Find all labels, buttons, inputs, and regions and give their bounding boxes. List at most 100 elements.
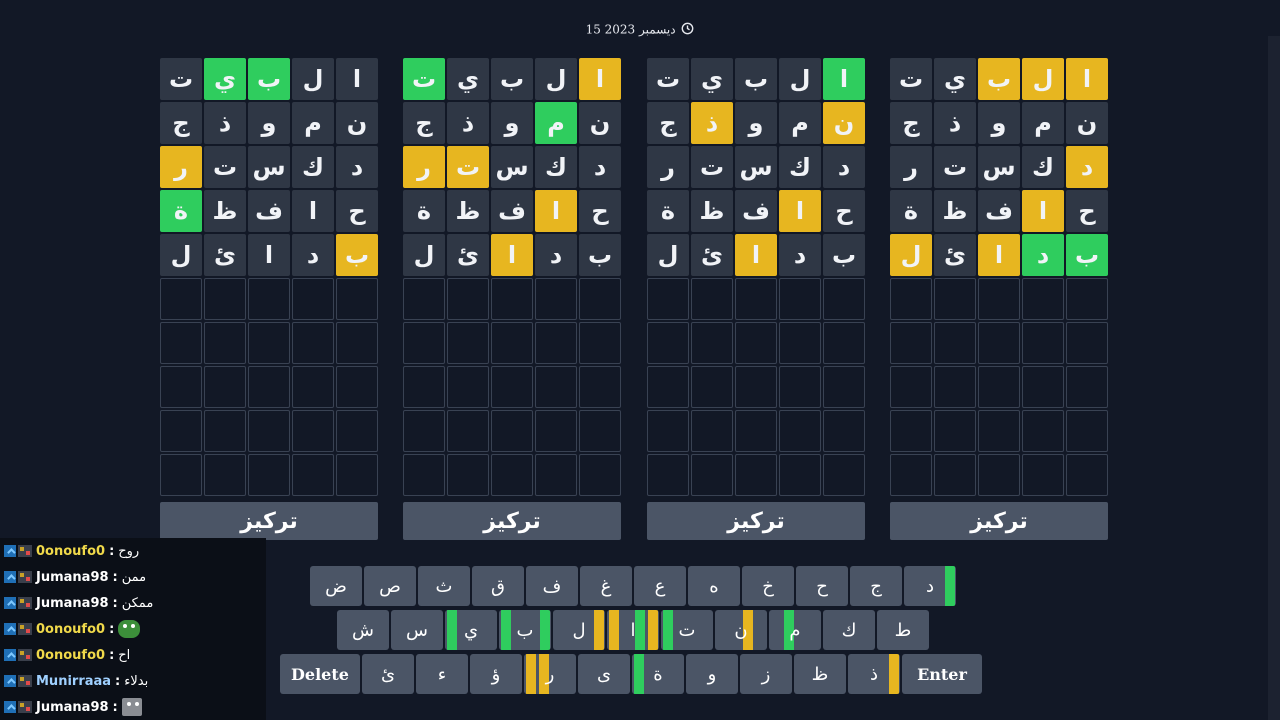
key-غ[interactable]: غ	[580, 566, 632, 606]
key-س[interactable]: س	[391, 610, 443, 650]
key-ط[interactable]: ط	[877, 610, 929, 650]
letter-tile: م	[292, 102, 334, 144]
focus-button[interactable]: تركيز	[160, 502, 378, 540]
empty-tile	[491, 278, 533, 320]
key-ر[interactable]: ر	[524, 654, 576, 694]
key-ز[interactable]: ز	[740, 654, 792, 694]
sub-badge-icon	[18, 597, 32, 609]
prime-badge-icon	[4, 675, 16, 687]
key-ة[interactable]: ة	[632, 654, 684, 694]
key-خ[interactable]: خ	[742, 566, 794, 606]
key-ف[interactable]: ف	[526, 566, 578, 606]
focus-button[interactable]: تركيز	[647, 502, 865, 540]
empty-tile	[447, 278, 489, 320]
key-ع[interactable]: ع	[634, 566, 686, 606]
key-ث[interactable]: ث	[418, 566, 470, 606]
key-ى[interactable]: ى	[578, 654, 630, 694]
board-hint-marker	[446, 610, 457, 650]
key-ي[interactable]: ي	[445, 610, 497, 650]
letter-tile: ك	[1022, 146, 1064, 188]
empty-tile	[1022, 322, 1064, 364]
letter-tile: ا	[579, 58, 621, 100]
letter-tile: ت	[934, 146, 976, 188]
letter-tile: ئ	[447, 234, 489, 276]
empty-tile	[823, 322, 865, 364]
empty-tile	[160, 278, 202, 320]
on-screen-keyboard: ض ص ث ق ف غ ع ه خ ح ج د ش س ي ب ل ا ت ن م ك ط Delete ئ ء ؤ ر ى ة و ز ظ…	[280, 566, 992, 698]
letter-tile: ا	[823, 58, 865, 100]
key-ك[interactable]: ك	[823, 610, 875, 650]
empty-tile	[447, 410, 489, 452]
empty-tile	[1022, 278, 1064, 320]
letter-tile: و	[978, 102, 1020, 144]
key-label: ن	[734, 619, 748, 641]
date-header: 15 ديسمبر 2023	[0, 22, 1280, 38]
key-label: ق	[491, 575, 505, 597]
key-label: ى	[596, 663, 612, 685]
chat-message: 0onoufo0:	[0, 616, 266, 642]
key-ص[interactable]: ص	[364, 566, 416, 606]
chat-separator: :	[109, 647, 115, 663]
key-label: و	[707, 663, 717, 685]
focus-button[interactable]: تركيز	[890, 502, 1108, 540]
empty-tile	[248, 366, 290, 408]
prime-badge-icon	[4, 623, 16, 635]
key-د[interactable]: د	[904, 566, 956, 606]
key-ق[interactable]: ق	[472, 566, 524, 606]
page-scrollbar[interactable]	[1268, 36, 1280, 720]
letter-tile: د	[535, 234, 577, 276]
key-ؤ[interactable]: ؤ	[470, 654, 522, 694]
key-ح[interactable]: ح	[796, 566, 848, 606]
key-ئ[interactable]: ئ	[362, 654, 414, 694]
key-label: ب	[516, 619, 534, 641]
letter-tile: ظ	[691, 190, 733, 232]
letter-tile: ن	[823, 102, 865, 144]
key-label: ؤ	[491, 663, 501, 685]
key-ت[interactable]: ت	[661, 610, 713, 650]
key-ظ[interactable]: ظ	[794, 654, 846, 694]
chat-username: Jumana98	[36, 595, 109, 611]
empty-tile	[691, 322, 733, 364]
chat-text: روح	[118, 543, 140, 559]
empty-tile	[204, 278, 246, 320]
key-label: ر	[545, 663, 555, 685]
board-hint-marker	[500, 610, 511, 650]
empty-tile	[735, 322, 777, 364]
empty-tile	[1066, 366, 1108, 408]
letter-tile: ا	[336, 58, 378, 100]
key-ج[interactable]: ج	[850, 566, 902, 606]
letter-tile: و	[735, 102, 777, 144]
board-hint-marker	[944, 566, 955, 606]
key-ا[interactable]: ا	[607, 610, 659, 650]
letter-tile: ن	[336, 102, 378, 144]
focus-button[interactable]: تركيز	[403, 502, 621, 540]
key-ل[interactable]: ل	[553, 610, 605, 650]
key-label: د	[925, 575, 934, 597]
empty-tile	[579, 322, 621, 364]
letter-tile: ئ	[934, 234, 976, 276]
key-ض[interactable]: ض	[310, 566, 362, 606]
key-و[interactable]: و	[686, 654, 738, 694]
empty-tile	[579, 366, 621, 408]
empty-tile	[292, 410, 334, 452]
key-ن[interactable]: ن	[715, 610, 767, 650]
key-ه[interactable]: ه	[688, 566, 740, 606]
delete-key[interactable]: Delete	[280, 654, 360, 694]
letter-tile: ذ	[934, 102, 976, 144]
letter-tile: ج	[890, 102, 932, 144]
key-م[interactable]: م	[769, 610, 821, 650]
key-ذ[interactable]: ذ	[848, 654, 900, 694]
key-ب[interactable]: ب	[499, 610, 551, 650]
empty-tile	[691, 366, 733, 408]
letter-tile: ف	[978, 190, 1020, 232]
key-ش[interactable]: ش	[337, 610, 389, 650]
empty-tile	[535, 278, 577, 320]
enter-key[interactable]: Enter	[902, 654, 982, 694]
sub-badge-icon	[18, 649, 32, 661]
empty-tile	[823, 278, 865, 320]
key-ء[interactable]: ء	[416, 654, 468, 694]
key-label: ك	[841, 619, 857, 641]
empty-tile	[934, 278, 976, 320]
empty-tile	[978, 322, 1020, 364]
letter-tile: ظ	[934, 190, 976, 232]
